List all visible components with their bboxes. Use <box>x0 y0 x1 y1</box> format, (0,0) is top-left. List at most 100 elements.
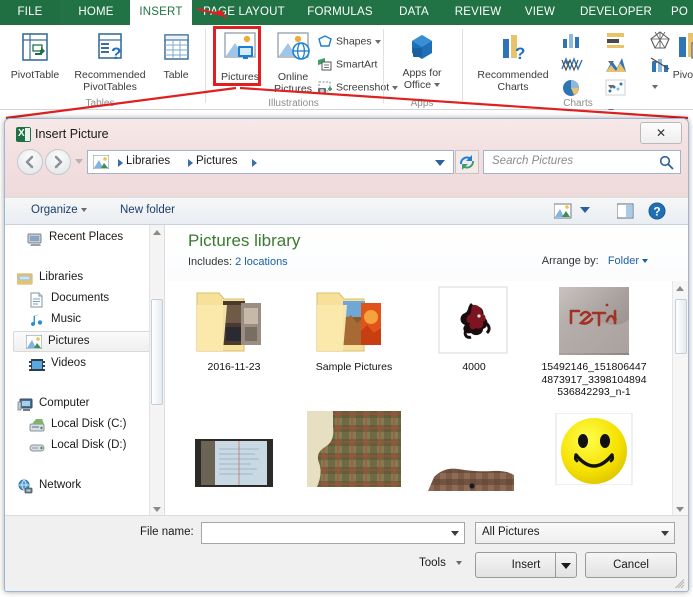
smartart-button[interactable]: SmartArt <box>318 58 377 71</box>
group-title-apps: Apps <box>410 98 434 109</box>
ribbon-group-apps: Apps for Office Apps <box>384 25 460 110</box>
scroll-thumb[interactable] <box>675 299 687 354</box>
navpane-scroll-thumb[interactable] <box>151 299 163 405</box>
network-icon <box>17 479 33 495</box>
nav-item-music[interactable]: Music <box>25 311 145 330</box>
nav-item-libraries[interactable]: Libraries <box>13 269 143 288</box>
file-item[interactable]: 2016-11-23 <box>174 285 294 374</box>
file-list-scrollbar[interactable] <box>672 281 688 517</box>
nav-item-documents[interactable]: Documents <box>25 290 145 309</box>
file-type-select[interactable]: All Pictures <box>475 522 675 544</box>
file-item[interactable]: Sample Pictures <box>294 285 414 374</box>
nav-item-pictures[interactable]: Pictures <box>13 331 155 352</box>
recommended-pivottables-button[interactable]: ? Recommended PivotTables <box>64 31 156 93</box>
nav-item-recent-places[interactable]: Recent Places <box>23 229 143 248</box>
pivotchart-button[interactable]: PivotCha <box>661 31 693 93</box>
screenshot-label: Screenshot <box>336 81 390 94</box>
tab-power[interactable]: PO <box>666 0 693 25</box>
file-item[interactable] <box>174 439 294 487</box>
crumb-sep-2 <box>252 159 257 167</box>
resize-grip-icon[interactable] <box>675 579 685 589</box>
table-button[interactable]: Table <box>152 31 200 82</box>
shapes-caret-icon[interactable] <box>374 39 381 44</box>
arrange-caret-icon[interactable] <box>642 259 648 264</box>
tab-developer[interactable]: DEVELOPER <box>568 0 664 25</box>
breadcrumb-libraries[interactable]: Libraries <box>126 155 170 167</box>
new-folder-button[interactable]: New folder <box>120 204 175 216</box>
search-box[interactable]: Search Pictures <box>483 150 681 174</box>
insert-split-divider <box>555 553 556 577</box>
address-bar[interactable]: Libraries Pictures <box>87 150 454 174</box>
help-button[interactable]: ? <box>648 202 666 225</box>
group-title-illustrations: Illustrations <box>268 98 319 109</box>
breadcrumb-pictures[interactable]: Pictures <box>196 155 238 167</box>
pivotchart-icon <box>661 31 693 70</box>
group-title-tables: Tables <box>85 98 115 109</box>
file-type-value: All Pictures <box>482 526 540 538</box>
navpane-scroll-down-icon[interactable] <box>153 507 161 512</box>
preview-pane-button[interactable] <box>616 203 634 224</box>
tab-page-layout[interactable]: PAGE LAYOUT <box>194 0 294 25</box>
cancel-button[interactable]: Cancel <box>585 552 677 578</box>
navpane-scroll-up-icon[interactable] <box>153 230 161 235</box>
tab-formulas[interactable]: FORMULAS <box>296 0 384 25</box>
insert-caret-icon[interactable] <box>561 563 571 569</box>
help-icon: ? <box>648 202 666 220</box>
drive-icon <box>29 418 45 434</box>
pivotchart-caret-icon[interactable] <box>661 82 693 94</box>
change-view-button[interactable] <box>553 203 572 224</box>
image-thumbnail <box>195 439 273 487</box>
scroll-down-icon[interactable] <box>676 507 684 512</box>
tools-button[interactable]: Tools <box>419 557 462 569</box>
pivot-table-button[interactable]: PivotTable <box>2 31 68 82</box>
apps-for-office-button[interactable]: Apps for Office <box>387 33 457 91</box>
file-type-caret-icon[interactable] <box>661 531 669 536</box>
arrange-by-value[interactable]: Folder <box>608 255 639 267</box>
nav-item-computer[interactable]: Computer <box>13 395 143 414</box>
tab-data[interactable]: DATA <box>386 0 442 25</box>
back-button[interactable] <box>17 149 43 175</box>
shapes-button[interactable]: Shapes <box>318 35 381 48</box>
excel-ribbon: FILE HOME INSERT PAGE LAYOUT FORMULAS DA… <box>0 0 693 110</box>
tab-view[interactable]: VIEW <box>514 0 566 25</box>
search-input[interactable]: Search Pictures <box>492 155 573 167</box>
file-name: 4000 <box>462 361 486 373</box>
navpane-scrollbar[interactable] <box>149 225 164 517</box>
organize-button[interactable]: Organize <box>31 204 87 216</box>
forward-button[interactable] <box>45 149 71 175</box>
file-item[interactable] <box>294 411 414 487</box>
library-header: Pictures library Includes: 2 locations A… <box>166 225 688 281</box>
close-button[interactable]: ✕ <box>640 122 682 144</box>
file-item[interactable] <box>414 467 534 491</box>
insert-picture-dialog: X Insert Picture ✕ Libraries Pictures Se… <box>4 118 689 592</box>
includes-locations-link[interactable]: 2 locations <box>235 256 288 268</box>
recommended-charts-label-1: Recommended <box>477 69 549 81</box>
nav-item-network[interactable]: Network <box>13 477 143 496</box>
recent-locations-caret-icon[interactable] <box>75 159 83 164</box>
file-item[interactable]: 15492146_1518064474873917_33981048945368… <box>534 285 654 399</box>
arrange-by[interactable]: Arrange by: Folder <box>542 255 648 267</box>
file-item[interactable]: 4000 <box>414 285 534 374</box>
recommended-charts-button[interactable]: ? Recommended Charts <box>467 31 559 93</box>
file-name-caret-icon[interactable] <box>451 531 459 536</box>
file-name: 15492146_1518064474873917_33981048945368… <box>541 361 647 398</box>
image-thumbnail <box>307 411 401 487</box>
view-caret-icon[interactable] <box>580 207 590 213</box>
dialog-titlebar: X Insert Picture ✕ Libraries Pictures Se… <box>5 119 688 197</box>
nav-item-videos[interactable]: Videos <box>25 355 145 374</box>
file-item[interactable] <box>534 412 654 486</box>
dialog-title: Insert Picture <box>35 127 109 141</box>
scroll-up-icon[interactable] <box>676 286 684 291</box>
tab-file[interactable]: FILE <box>0 0 60 25</box>
tab-review[interactable]: REVIEW <box>444 0 512 25</box>
tab-home[interactable]: HOME <box>62 0 130 25</box>
tab-insert[interactable]: INSERT <box>130 0 192 25</box>
computer-icon <box>17 397 33 413</box>
nav-item-local-disk-c[interactable]: Local Disk (C:) <box>25 416 155 435</box>
address-dropdown-caret-icon[interactable] <box>435 160 445 166</box>
recommended-charts-icon: ? <box>467 31 559 70</box>
nav-item-local-disk-d[interactable]: Local Disk (D:) <box>25 437 155 456</box>
refresh-button[interactable] <box>455 150 479 174</box>
file-name-input[interactable] <box>201 522 465 544</box>
online-pictures-button[interactable]: Online Pictures <box>264 31 322 95</box>
